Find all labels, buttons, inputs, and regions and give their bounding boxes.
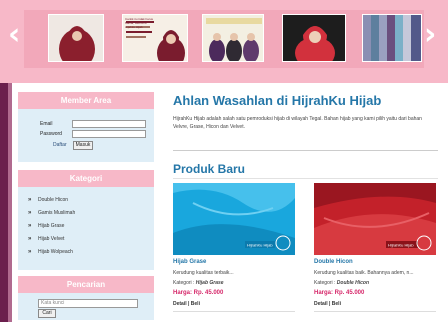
masuk-button[interactable]: Masuk — [73, 141, 93, 150]
chevron-left-icon: ‹ — [8, 17, 21, 52]
slider-next-button[interactable]: › — [424, 20, 436, 50]
chevron-right-icon: › — [424, 17, 437, 52]
product-actions[interactable]: Detail | Beli — [173, 301, 200, 307]
page-left-stripe-inner — [8, 83, 12, 322]
pencarian-title: Pencarian — [18, 276, 154, 293]
product-price: Harga: Rp. 45.000 — [173, 290, 224, 296]
kategori-list: » Double Hicon » Gamis Muslimah » Hijab Gra… — [18, 187, 154, 270]
product-badge: HijrahKu Hijab — [247, 243, 273, 248]
slide-3-image — [203, 15, 263, 61]
page-left-stripe — [0, 83, 8, 322]
product-title[interactable]: Hijab Grase — [173, 259, 206, 265]
kategori-item[interactable]: » Hijab Grase — [28, 223, 64, 229]
divider — [314, 311, 436, 312]
email-field[interactable] — [72, 120, 146, 128]
slide-1[interactable] — [48, 14, 104, 62]
pencarian-box: Pencarian Kata kunci Cari — [18, 276, 154, 320]
slide-3[interactable] — [202, 14, 264, 62]
member-area-title: Member Area — [18, 92, 154, 109]
product-kategori: Kategori : Hijab Grase — [173, 280, 224, 286]
password-label: Password — [40, 131, 62, 137]
slide-5[interactable] — [362, 14, 422, 62]
kategori-title: Kategori — [18, 170, 154, 187]
password-field[interactable] — [72, 130, 146, 138]
member-area-box: Member Area Email Password Daftar Masuk — [18, 92, 154, 162]
kategori-box: Kategori » Double Hicon » Gamis Muslimah »… — [18, 170, 154, 270]
product-desc: Kerudung kualitas baik. Bahannya adem, n… — [314, 270, 414, 276]
product-price: Harga: Rp. 45.000 — [314, 290, 365, 296]
product-image-double-hicon[interactable]: HijrahKu Hijab — [314, 183, 436, 255]
product-photo: HijrahKu Hijab — [173, 183, 295, 255]
chevron-right-icon: » — [28, 249, 32, 255]
header-banner: ‹ › — [0, 0, 448, 83]
product-badge: HijrahKu Hijab — [388, 243, 414, 248]
email-label: Email — [40, 121, 53, 127]
search-input[interactable]: Kata kunci — [38, 299, 138, 308]
slide-5-image — [363, 15, 421, 61]
product-actions[interactable]: Detail | Beli — [314, 301, 341, 307]
member-area-body: Email Password Daftar Masuk — [18, 109, 154, 162]
divider — [173, 150, 438, 151]
product-kategori: Kategori : Double Hicon — [314, 280, 370, 286]
intro-text: HijrahKu Hijab adalah salah satu pemrodu… — [173, 116, 422, 130]
slider-prev-button[interactable]: ‹ — [8, 20, 20, 50]
divider — [173, 311, 295, 312]
kategori-item[interactable]: » Gamis Muslimah — [28, 210, 75, 216]
chevron-right-icon: » — [28, 223, 32, 229]
divider — [173, 178, 438, 179]
pencarian-body: Kata kunci Cari — [18, 293, 154, 320]
product-desc: Kerudung kualitas terbaik... — [173, 270, 234, 276]
product-title[interactable]: Double Hicon — [314, 259, 353, 265]
kategori-item[interactable]: » Hijab Velvet — [28, 236, 64, 242]
cari-button[interactable]: Cari — [38, 309, 56, 318]
slide-2-caption: Cantik itu tidak harus Mahal, Hemat di H… — [125, 17, 154, 29]
chevron-right-icon: » — [28, 236, 32, 242]
chevron-right-icon: » — [28, 210, 32, 216]
slide-4-image — [283, 15, 345, 61]
produk-baru-title: Produk Baru — [173, 162, 246, 176]
daftar-link[interactable]: Daftar — [53, 142, 67, 148]
slide-1-image — [49, 15, 103, 61]
chevron-right-icon: » — [28, 197, 32, 203]
kategori-item[interactable]: » Double Hicon — [28, 197, 68, 203]
product-photo: HijrahKu Hijab — [314, 183, 436, 255]
product-image-hijab-grase[interactable]: HijrahKu Hijab — [173, 183, 295, 255]
kategori-item[interactable]: » Hijab Wolpeach — [28, 249, 73, 255]
slide-4[interactable] — [282, 14, 346, 62]
page-title: Ahlan Wasahlan di HijrahKu Hijab — [173, 93, 382, 108]
